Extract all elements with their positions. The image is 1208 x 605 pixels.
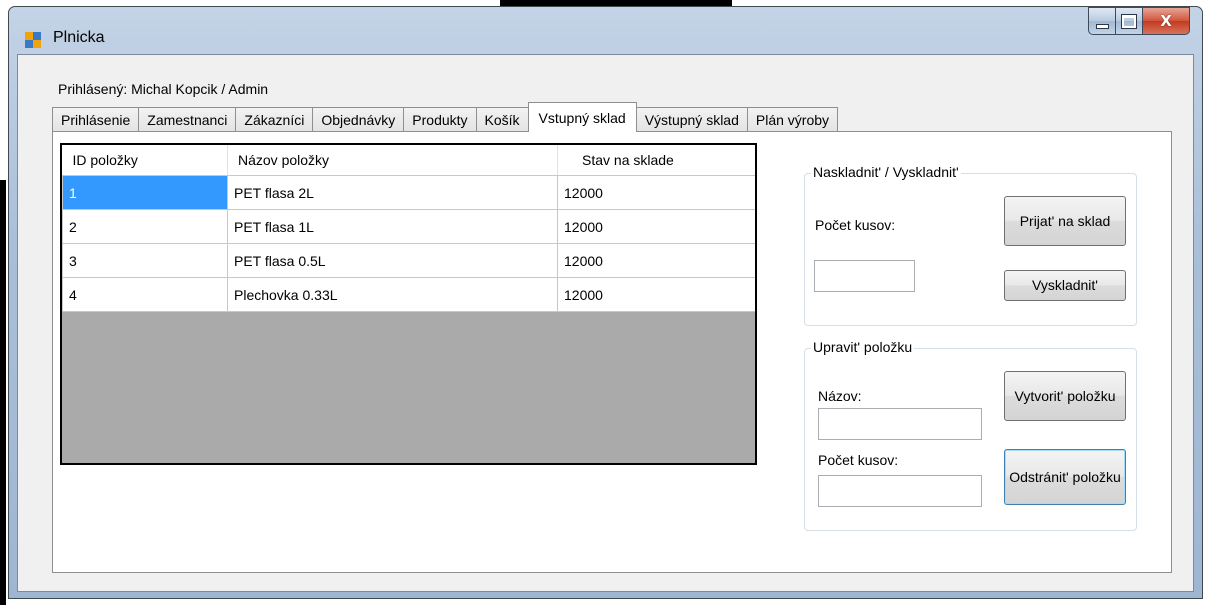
minimize-icon [1095,23,1109,29]
tab-zakaznici[interactable]: Zákazníci [235,107,314,132]
edit-group-title: Upravit' položku [811,339,915,355]
cell-stock[interactable]: 12000 [557,243,755,278]
table-row[interactable]: 2 PET flasa 1L 12000 [62,209,755,244]
cell-stock[interactable]: 12000 [557,209,755,244]
cell-id[interactable]: 2 [62,209,228,244]
cell-id[interactable]: 1 [62,175,228,210]
item-name-label: Názov: [818,388,862,404]
cell-name[interactable]: PET flasa 2L [227,175,558,210]
create-item-button[interactable]: Vytvorit' položku [1004,371,1126,421]
stock-count-label: Počet kusov: [815,217,896,233]
issue-stock-button[interactable]: Vyskladnit' [1004,270,1126,301]
table-row[interactable]: 4 Plechovka 0.33L 12000 [62,277,755,312]
cell-name[interactable]: Plechovka 0.33L [227,277,558,312]
stock-groupbox: Naskladnit' / Vyskladnit' Počet kusov: P… [804,164,1137,326]
maximize-icon [1121,13,1137,29]
table-row[interactable]: 3 PET flasa 0.5L 12000 [62,243,755,278]
left-black-bar [0,180,6,605]
tab-page-vstupny-sklad: ID položky Názov položky Stav na sklade … [52,131,1172,573]
maximize-button[interactable] [1116,7,1143,35]
tab-zamestnanci[interactable]: Zamestnanci [138,107,237,132]
tab-objednavky[interactable]: Objednávky [312,107,405,132]
grid-header-row: ID položky Názov položky Stav na sklade [62,145,755,176]
app-window-icon[interactable] [25,32,41,48]
minimize-button[interactable] [1088,7,1116,35]
title-bar[interactable]: Plnicka X [9,7,1202,53]
cell-stock[interactable]: 12000 [557,277,755,312]
client-area: Prihlásený: Michal Kopcik / Admin Prihlá… [17,54,1194,592]
tab-vstupny-sklad[interactable]: Vstupný sklad [527,102,637,132]
cell-name[interactable]: PET flasa 1L [227,209,558,244]
tab-prihlasenie[interactable]: Prihlásenie [52,107,140,132]
close-icon: X [1160,12,1172,30]
cell-name[interactable]: PET flasa 0.5L [227,243,558,278]
cell-id[interactable]: 3 [62,243,228,278]
cell-id[interactable]: 4 [62,277,228,312]
tab-plan-vyroby[interactable]: Plán výroby [746,107,839,132]
logged-in-label: Prihlásený: Michal Kopcik / Admin [58,81,269,97]
column-header-name[interactable]: Názov položky [227,145,558,176]
close-button[interactable]: X [1143,7,1190,35]
edit-item-groupbox: Upravit' položku Názov: Počet kusov: Vyt… [804,339,1137,531]
items-data-grid[interactable]: ID položky Názov položky Stav na sklade … [60,143,757,465]
tab-vystupny-sklad[interactable]: Výstupný sklad [635,107,748,132]
stock-group-title: Naskladnit' / Vyskladnit' [811,164,961,180]
delete-item-button[interactable]: Odstránit' položku [1004,449,1126,505]
column-header-id[interactable]: ID položky [62,145,228,176]
tab-strip: Prihlásenie Zamestnanci Zákazníci Objedn… [52,102,839,132]
column-header-stock[interactable]: Stav na sklade [557,145,755,176]
app-window: Plnicka X Prihlásený: Michal Kopcik / Ad… [8,6,1203,599]
item-count-input[interactable] [818,475,982,507]
table-row[interactable]: 1 PET flasa 2L 12000 [62,175,755,210]
stock-count-input[interactable] [814,260,915,292]
item-count-label: Počet kusov: [818,452,899,468]
tab-kosik[interactable]: Košík [475,107,529,132]
window-controls: X [1088,7,1190,35]
window-title: Plnicka [53,29,105,46]
item-name-input[interactable] [818,408,982,440]
receive-stock-button[interactable]: Prijat' na sklad [1004,196,1126,246]
tab-produkty[interactable]: Produkty [403,107,477,132]
cell-stock[interactable]: 12000 [557,175,755,210]
